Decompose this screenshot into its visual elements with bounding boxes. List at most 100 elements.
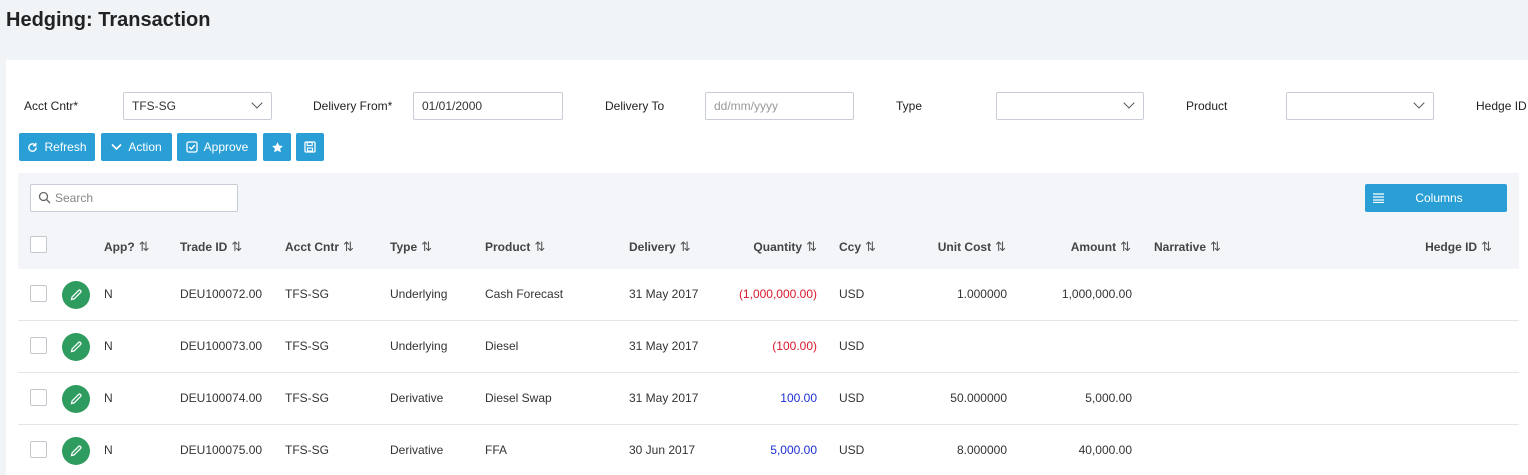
header-acct-cntr[interactable]: Acct Cntr ⇅	[285, 239, 354, 255]
checkbox-check-icon	[185, 141, 198, 153]
save-icon	[304, 141, 316, 153]
cell-app: N	[104, 443, 113, 457]
cell-app: N	[104, 339, 113, 353]
sort-icon: ⇅	[1120, 239, 1131, 254]
table-row[interactable]: N DEU100075.00 TFS-SG Derivative FFA 30 Jun 2…	[18, 425, 1519, 475]
cell-trade-id: DEU100073.00	[180, 339, 263, 353]
delivery-from-label: Delivery From*	[313, 99, 393, 113]
header-ccy[interactable]: Ccy ⇅	[839, 239, 876, 255]
sort-icon: ⇅	[995, 239, 1006, 254]
header-hedge-id[interactable]: Hedge ID ⇅	[1425, 239, 1492, 255]
refresh-button[interactable]: Refresh	[19, 133, 95, 161]
pencil-icon	[70, 445, 82, 457]
type-label: Type	[896, 99, 923, 113]
sort-icon: ⇅	[138, 239, 150, 254]
search-input[interactable]: Search	[30, 184, 238, 212]
acct-cntr-label: Acct Cntr*	[24, 99, 79, 113]
approve-label: Approve	[203, 140, 249, 154]
columns-button[interactable]: Columns	[1365, 184, 1507, 212]
transaction-grid: Search Columns App? ⇅ Trade ID ⇅ Acct Cntr…	[18, 173, 1519, 475]
sort-icon: ⇅	[865, 239, 876, 254]
type-select[interactable]	[996, 92, 1144, 120]
cell-ccy: USD	[839, 287, 865, 301]
header-unit-cost[interactable]: Unit Cost ⇅	[938, 239, 1006, 255]
edit-button[interactable]	[62, 333, 90, 361]
cell-trade-id: DEU100075.00	[180, 443, 263, 457]
acct-cntr-select[interactable]: TFS-SG	[123, 92, 272, 120]
header-quantity[interactable]: Quantity ⇅	[753, 239, 817, 255]
cell-delivery: 30 Jun 2017	[629, 443, 696, 457]
cell-type: Underlying	[390, 339, 448, 353]
delivery-to-label: Delivery To	[605, 99, 665, 113]
cell-delivery: 31 May 2017	[629, 287, 699, 301]
row-checkbox[interactable]	[30, 389, 47, 406]
sort-icon: ⇅	[806, 239, 817, 254]
cell-product: FFA	[485, 443, 508, 457]
cell-ccy: USD	[839, 443, 865, 457]
cell-quantity: (100.00)	[772, 339, 817, 353]
cell-product: Diesel Swap	[485, 391, 552, 405]
cell-type: Derivative	[390, 391, 444, 405]
chevron-down-icon	[251, 97, 263, 109]
cell-trade-id: DEU100074.00	[180, 391, 263, 405]
star-icon	[271, 141, 283, 152]
cell-quantity: 100.00	[780, 391, 817, 405]
cell-trade-id: DEU100072.00	[180, 287, 263, 301]
row-checkbox[interactable]	[30, 441, 47, 458]
header-trade-id[interactable]: Trade ID ⇅	[180, 239, 242, 255]
header-delivery[interactable]: Delivery ⇅	[629, 239, 691, 255]
row-checkbox[interactable]	[30, 337, 47, 354]
table-row[interactable]: N DEU100073.00 TFS-SG Underlying Diesel 31 Ma…	[18, 321, 1519, 373]
product-label: Product	[1186, 99, 1228, 113]
cell-product: Cash Forecast	[485, 287, 564, 301]
hedge-id-label: Hedge ID	[1476, 99, 1527, 113]
cell-product: Diesel	[485, 339, 519, 353]
cell-unit-cost: 50.000000	[950, 391, 1007, 405]
pencil-icon	[70, 393, 82, 405]
cell-quantity: 5,000.00	[770, 443, 817, 457]
sort-icon: ⇅	[343, 239, 354, 254]
header-narrative[interactable]: Narrative ⇅	[1154, 239, 1221, 255]
action-label: Action	[128, 140, 162, 154]
product-select[interactable]	[1286, 92, 1434, 120]
edit-button[interactable]	[62, 385, 90, 413]
delivery-from-field[interactable]: 01/01/2000	[413, 92, 563, 120]
select-all-checkbox[interactable]	[30, 236, 47, 253]
cell-acct-cntr: TFS-SG	[285, 287, 329, 301]
sort-icon: ⇅	[534, 239, 546, 254]
header-product[interactable]: Product ⇅	[485, 239, 545, 255]
row-checkbox[interactable]	[30, 285, 47, 302]
delivery-to-field[interactable]: dd/mm/yyyy	[705, 92, 854, 120]
table-row[interactable]: N DEU100074.00 TFS-SG Derivative Diesel Swap…	[18, 373, 1519, 425]
page-title: Hedging: Transaction	[6, 9, 211, 31]
refresh-label: Refresh	[44, 140, 87, 154]
cell-ccy: USD	[839, 339, 865, 353]
columns-label: Columns	[1415, 191, 1463, 205]
chevron-down-icon	[1123, 97, 1135, 109]
pencil-icon	[70, 341, 82, 353]
save-button[interactable]	[296, 133, 324, 161]
favorite-button[interactable]	[263, 133, 291, 161]
refresh-icon	[28, 142, 38, 152]
table-row[interactable]: N DEU100072.00 TFS-SG Underlying Cash Foreca…	[18, 269, 1519, 321]
header-amount[interactable]: Amount ⇅	[1071, 239, 1131, 255]
cell-delivery: 31 May 2017	[629, 339, 699, 353]
cell-app: N	[104, 287, 113, 301]
sort-icon: ⇅	[1481, 239, 1492, 254]
edit-button[interactable]	[62, 437, 90, 465]
cell-acct-cntr: TFS-SG	[285, 339, 329, 353]
sort-icon: ⇅	[1210, 239, 1221, 254]
cell-unit-cost: 8.000000	[956, 443, 1007, 457]
cell-quantity: (1,000,000.00)	[738, 287, 817, 301]
chevron-down-icon	[1413, 97, 1425, 109]
header-type[interactable]: Type ⇅	[390, 239, 432, 255]
cell-amount: 5,000.00	[1085, 391, 1132, 405]
sort-icon: ⇅	[231, 239, 243, 254]
header-app[interactable]: App? ⇅	[104, 239, 150, 255]
sort-icon: ⇅	[679, 239, 691, 254]
action-button[interactable]: Action	[101, 133, 172, 161]
edit-button[interactable]	[62, 281, 90, 309]
chevron-down-icon	[111, 143, 122, 151]
approve-button[interactable]: Approve	[177, 133, 257, 161]
acct-cntr-value: TFS-SG	[132, 99, 176, 113]
